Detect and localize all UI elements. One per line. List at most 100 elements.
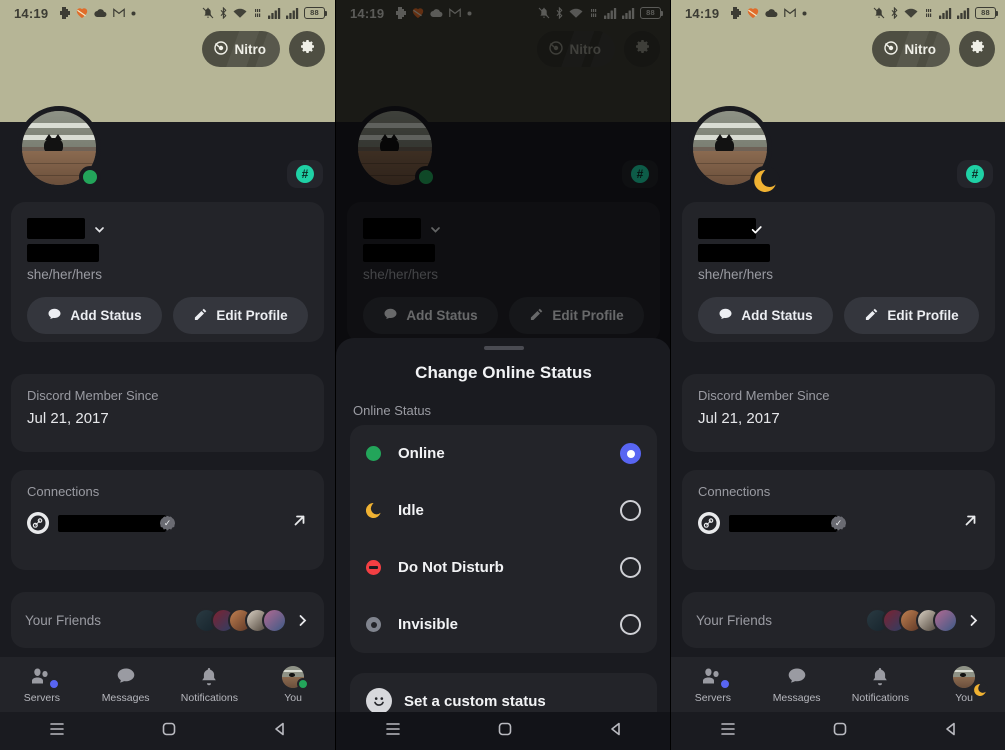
chevron-right-icon[interactable] xyxy=(966,613,981,628)
radio-idle[interactable] xyxy=(620,500,641,521)
back-icon[interactable] xyxy=(271,720,289,743)
nav-label-notifications: Notifications xyxy=(851,692,909,704)
gear-icon xyxy=(968,38,986,61)
status-indicator-online xyxy=(79,166,101,188)
status-option-online[interactable]: Online xyxy=(350,425,657,482)
nitro-button[interactable]: Nitro xyxy=(871,31,950,67)
home-icon[interactable] xyxy=(496,720,514,743)
home-icon[interactable] xyxy=(831,720,849,743)
panel-right-profile-idle: 14:19 88 Nitro xyxy=(670,0,1005,750)
nav-item-servers[interactable]: Servers xyxy=(0,665,84,704)
chat-bubble-icon xyxy=(47,307,62,325)
edit-profile-button[interactable]: Edit Profile xyxy=(844,297,979,334)
back-icon[interactable] xyxy=(607,720,625,743)
profile-top-buttons: Nitro xyxy=(201,31,325,67)
bottom-navigation: Servers Messages Notifications You xyxy=(0,657,335,712)
profile-tag-badge[interactable]: # xyxy=(957,160,993,188)
edit-profile-label: Edit Profile xyxy=(216,308,288,323)
profile-avatar-wrapper[interactable] xyxy=(17,106,101,190)
connection-row-steam[interactable]: ✓ xyxy=(27,512,308,534)
vibrate-icon xyxy=(252,8,263,18)
nav-item-you[interactable]: You xyxy=(922,665,1005,704)
dot-icon xyxy=(131,11,136,16)
nav-label-you: You xyxy=(955,692,973,704)
home-icon[interactable] xyxy=(160,720,178,743)
status-indicator-idle xyxy=(750,166,780,196)
member-since-label: Discord Member Since xyxy=(27,388,159,403)
external-link-icon[interactable] xyxy=(962,512,979,534)
servers-icon xyxy=(31,665,60,690)
add-status-button[interactable]: Add Status xyxy=(698,297,833,334)
servers-badge xyxy=(47,678,60,690)
radio-dnd[interactable] xyxy=(620,557,641,578)
android-system-nav xyxy=(671,712,1005,750)
avatar-icon xyxy=(282,665,310,690)
edit-profile-button[interactable]: Edit Profile xyxy=(173,297,308,334)
nav-label-servers: Servers xyxy=(694,692,731,704)
nav-status-indicator-online xyxy=(297,678,310,690)
recents-icon[interactable] xyxy=(383,721,403,742)
member-since-card: Discord Member Since Jul 21, 2017 xyxy=(11,374,324,452)
external-link-icon[interactable] xyxy=(291,512,308,534)
radio-invisible[interactable] xyxy=(620,614,641,635)
friends-avatar-stack xyxy=(194,607,310,633)
settings-button[interactable] xyxy=(289,31,325,67)
strava-heart-icon xyxy=(747,7,759,19)
status-idle-icon xyxy=(366,503,392,518)
signal-bars-2-icon xyxy=(286,7,299,19)
nav-label-notifications: Notifications xyxy=(180,692,238,704)
username-redacted xyxy=(698,218,756,239)
hash-icon: # xyxy=(966,165,984,183)
sheet-drag-handle[interactable] xyxy=(483,346,524,350)
member-since-value: Jul 21, 2017 xyxy=(27,410,109,427)
add-status-label: Add Status xyxy=(741,308,813,323)
recents-icon[interactable] xyxy=(718,721,738,742)
nav-item-servers[interactable]: Servers xyxy=(671,665,755,704)
nitro-icon xyxy=(883,40,899,59)
connections-card: Connections ✓ xyxy=(682,470,995,570)
android-status-bar: 14:19 88 xyxy=(671,0,1005,26)
nav-label-messages: Messages xyxy=(772,692,821,704)
status-bar-left-icons xyxy=(729,7,807,19)
profile-avatar-wrapper[interactable] xyxy=(688,106,780,196)
status-option-dnd[interactable]: Do Not Disturb xyxy=(350,539,657,596)
your-friends-label: Your Friends xyxy=(696,612,773,628)
add-status-button[interactable]: Add Status xyxy=(27,297,162,334)
your-friends-card[interactable]: Your Friends xyxy=(682,592,995,648)
connections-card: Connections ✓ xyxy=(11,470,324,570)
dot-icon xyxy=(802,11,807,16)
wifi-icon xyxy=(233,8,247,19)
chevron-right-icon[interactable] xyxy=(295,613,310,628)
username-row[interactable] xyxy=(27,218,308,239)
nav-label-servers: Servers xyxy=(23,692,60,704)
settings-button[interactable] xyxy=(959,31,995,67)
connection-row-steam[interactable]: ✓ xyxy=(698,512,979,534)
pencil-icon xyxy=(193,307,208,325)
your-friends-card[interactable]: Your Friends xyxy=(11,592,324,648)
radio-online[interactable] xyxy=(620,443,641,464)
friend-avatar xyxy=(933,607,958,633)
chevron-down-icon[interactable] xyxy=(93,223,106,236)
check-icon xyxy=(750,223,763,236)
avatar-icon xyxy=(953,665,989,698)
nav-item-notifications[interactable]: Notifications xyxy=(839,665,923,704)
nitro-button[interactable]: Nitro xyxy=(201,31,280,67)
nav-item-messages[interactable]: Messages xyxy=(84,665,168,704)
nav-label-messages: Messages xyxy=(101,692,150,704)
signal-bars-icon xyxy=(268,7,281,19)
android-system-nav xyxy=(0,712,335,750)
nav-item-messages[interactable]: Messages xyxy=(755,665,839,704)
change-online-status-sheet: Change Online Status Online Status Onlin… xyxy=(336,338,670,729)
recents-icon[interactable] xyxy=(47,721,67,742)
profile-tag-badge[interactable]: # xyxy=(287,160,323,188)
your-friends-label: Your Friends xyxy=(25,612,102,628)
android-system-nav xyxy=(336,712,670,750)
status-option-idle[interactable]: Idle xyxy=(350,482,657,539)
status-option-invisible[interactable]: Invisible xyxy=(350,596,657,653)
nav-item-notifications[interactable]: Notifications xyxy=(168,665,252,704)
member-since-card: Discord Member Since Jul 21, 2017 xyxy=(682,374,995,452)
friend-avatar xyxy=(262,607,287,633)
back-icon[interactable] xyxy=(942,720,960,743)
nav-item-you[interactable]: You xyxy=(251,665,335,704)
username-row[interactable] xyxy=(698,218,979,239)
